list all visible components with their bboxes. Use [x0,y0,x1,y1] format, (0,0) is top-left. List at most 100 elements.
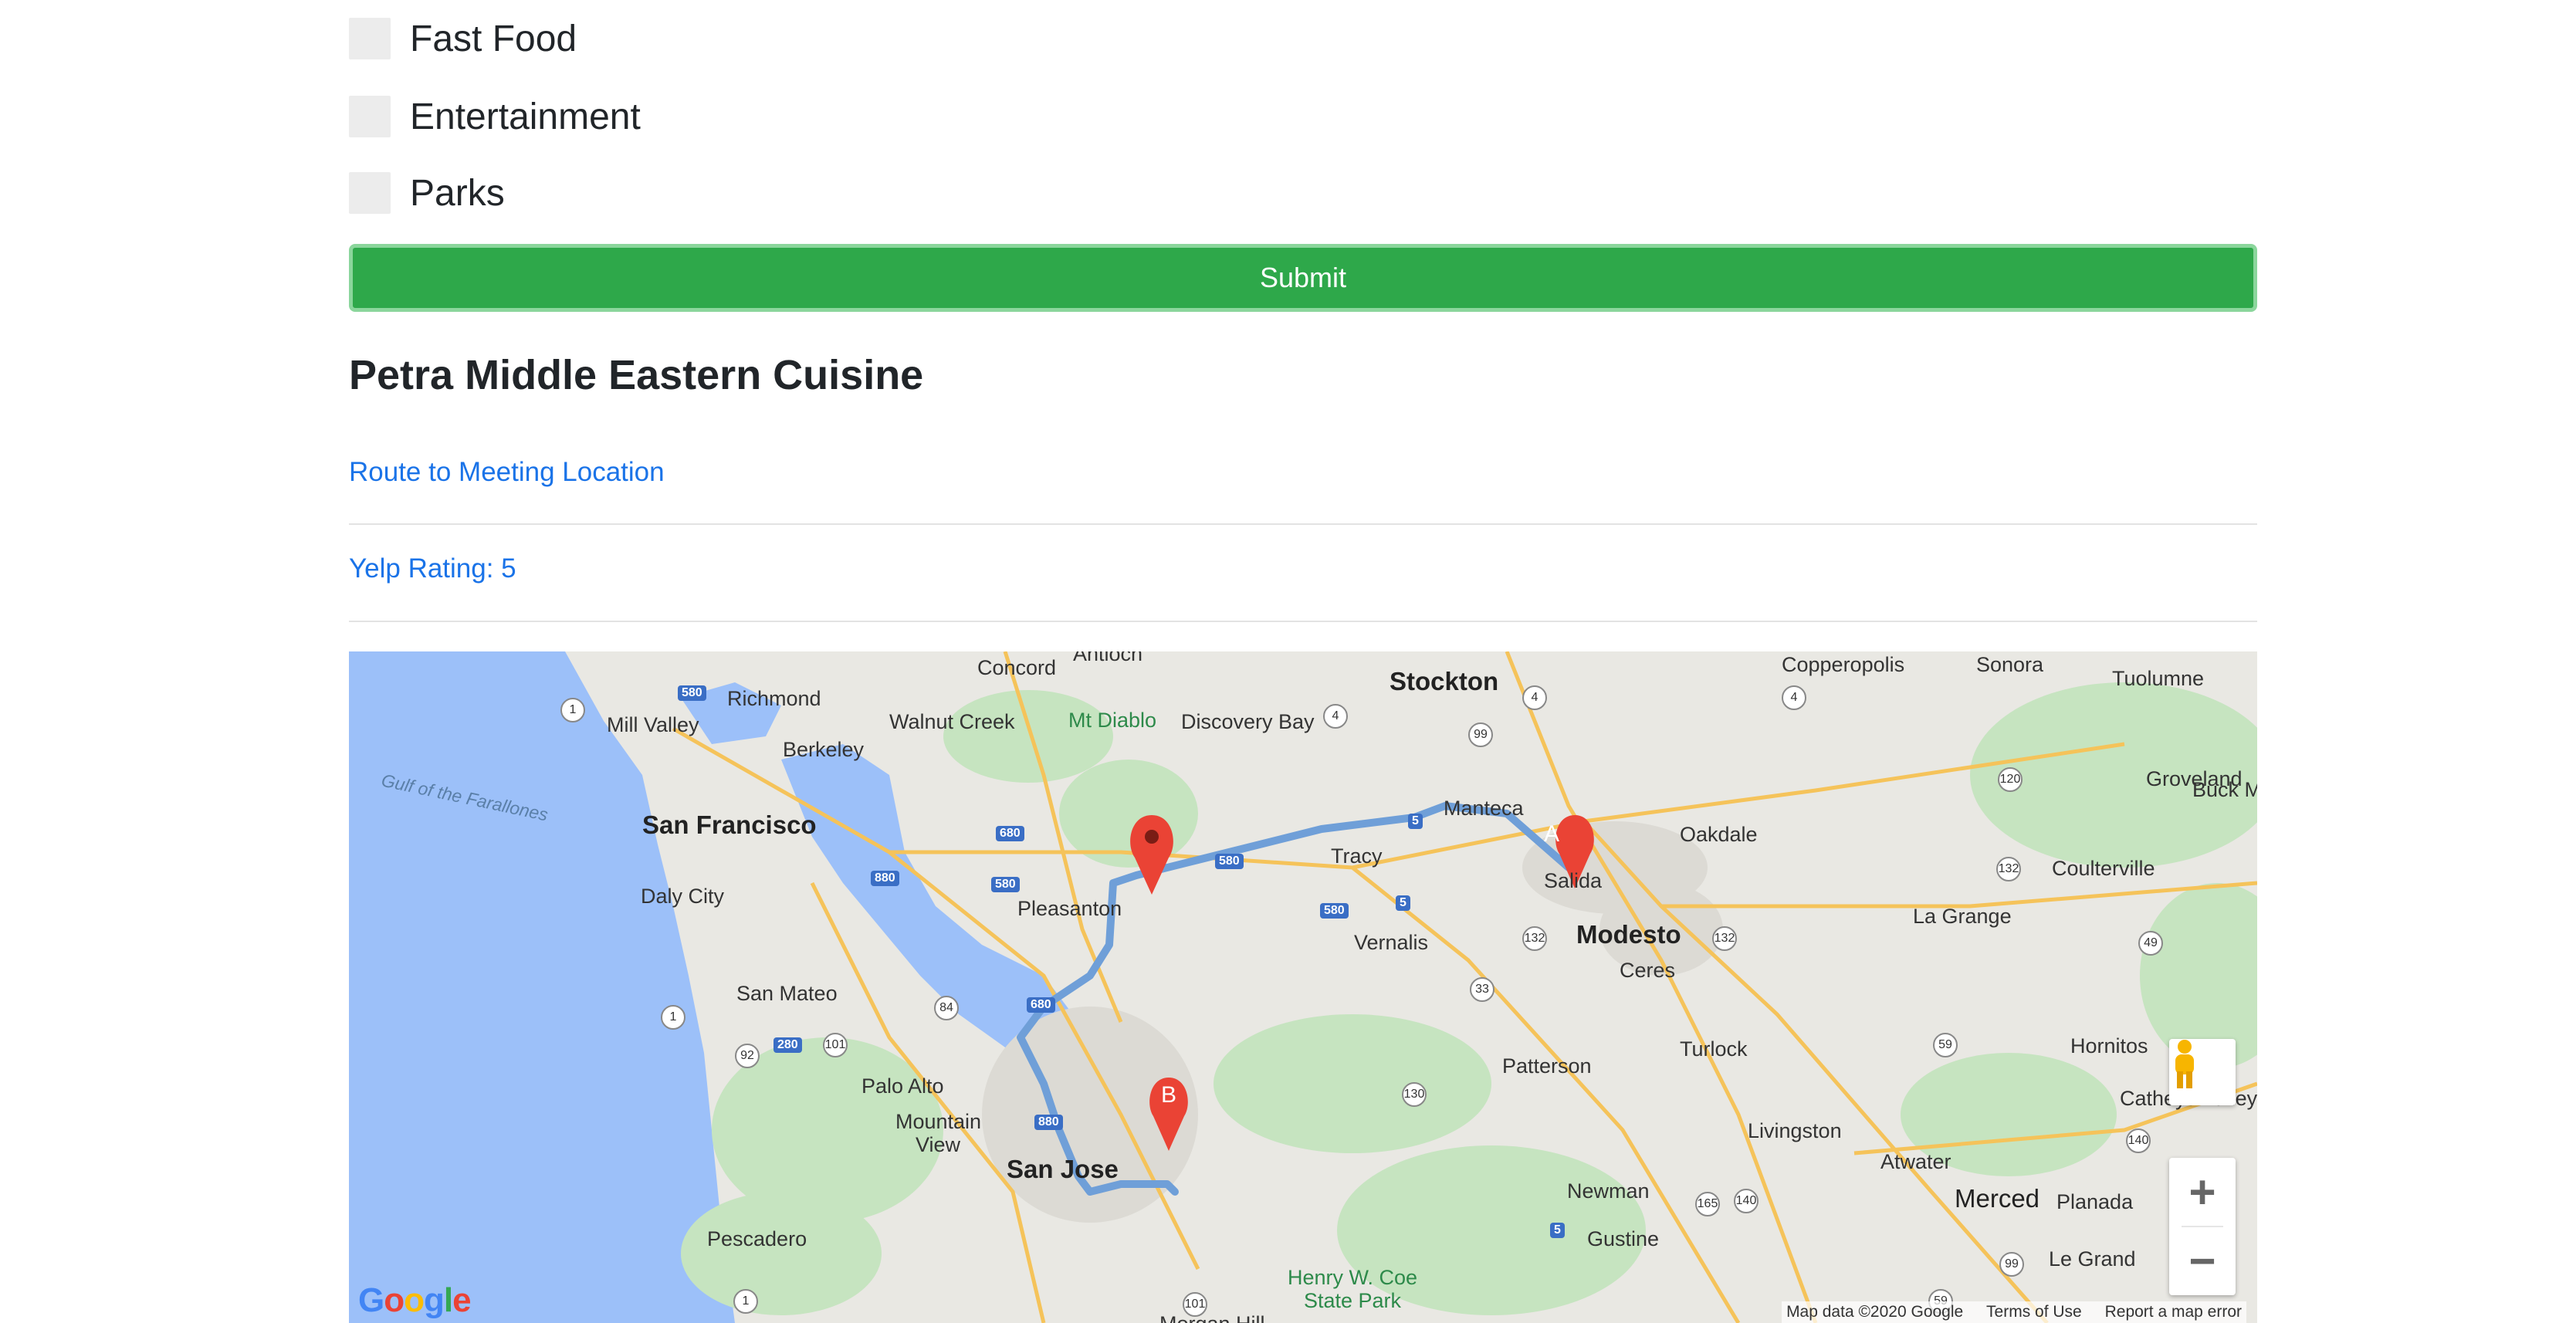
route-shield: 84 [934,996,959,1020]
submit-button[interactable]: Submit [349,244,2257,312]
terms-link[interactable]: Terms of Use [1986,1303,2082,1321]
route-shield: 92 [735,1044,760,1068]
report-error-link[interactable]: Report a map error [2105,1303,2242,1321]
checkbox-label: Parks [410,172,505,214]
map-label: San Francisco [642,810,817,839]
result-title: Petra Middle Eastern Cuisine [349,352,924,398]
map-label: Turlock [1680,1037,1748,1061]
highway-shield: 880 [1034,1115,1063,1130]
map-label: Palo Alto [861,1074,944,1098]
map-label: Le Grand [2049,1247,2136,1271]
route-shield: 99 [1468,722,1493,747]
map-data-text: Map data ©2020 Google [1786,1303,1964,1321]
divider [2182,1226,2223,1227]
checkbox-label: Fast Food [410,18,577,59]
map-label: Buck Meadows [2192,778,2257,801]
map-label: La Grange [1913,905,2012,928]
filter-fast-food[interactable]: Fast Food [349,15,577,62]
map-label: Mt Diablo [1068,709,1157,732]
route-link[interactable]: Route to Meeting Location [349,457,665,488]
map-label: Atwater [1880,1150,1951,1173]
map-label: Planada [2056,1190,2134,1213]
google-logo[interactable]: Google [358,1281,472,1320]
marker-b-label: B [1161,1082,1177,1108]
map-label: Henry W. Coe State Park [1287,1266,1418,1312]
route-shield: 132 [1996,857,2021,881]
route-shield: 132 [1522,926,1547,951]
map-label: Tuolumne [2112,667,2205,690]
street-view-pegman[interactable] [2169,1039,2236,1105]
divider [349,523,2257,525]
highway-shield: 5 [1550,1223,1565,1238]
map-label: Sonora [1976,653,2044,676]
map-label: Hornitos [2070,1034,2148,1057]
route-shield: 132 [1712,926,1737,951]
map-label: Pescadero [707,1227,807,1250]
map-label: Gustine [1587,1227,1660,1250]
route-shield: 101 [823,1033,848,1057]
map-attribution: Map data ©2020 Google Terms of Use Repor… [1782,1301,2246,1323]
checkbox[interactable] [349,172,391,214]
map-label: Salida [1544,869,1603,892]
map-label: San Jose [1007,1155,1119,1183]
map-label: Modesto [1576,920,1681,949]
map-label: Mountain View [895,1110,982,1156]
map-canvas [349,651,2257,1323]
highway-shield: 680 [1027,997,1055,1013]
route-shield: 4 [1323,704,1348,729]
map-label: Oakdale [1680,823,1758,846]
checkbox[interactable] [349,18,391,59]
map-label: Mill Valley [607,713,699,736]
map-label: Ceres [1620,959,1676,982]
filter-entertainment[interactable]: Entertainment [349,93,641,140]
highway-shield: 580 [991,877,1020,892]
map-marker-meeting[interactable] [1130,815,1173,895]
map-label: Coulterville [2052,857,2155,880]
route-shield: 140 [1734,1189,1759,1213]
filter-parks[interactable]: Parks [349,170,505,216]
map-label: Merced [1955,1184,2040,1213]
map-label: Manteca [1444,797,1524,820]
route-shield: 165 [1695,1192,1720,1216]
yelp-rating-link[interactable]: Yelp Rating: 5 [349,553,516,584]
route-shield: 130 [1402,1082,1427,1107]
route-shield: 99 [1999,1252,2024,1277]
highway-shield: 580 [1215,854,1244,869]
route-shield: 140 [2126,1128,2151,1153]
route-shield: 49 [2138,931,2163,956]
map-label: Richmond [727,687,821,710]
zoom-control: + − [2169,1158,2236,1295]
checkbox-label: Entertainment [410,96,641,137]
route-shield: 33 [1470,977,1494,1002]
map-label: Discovery Bay [1181,710,1315,733]
route-shield: 4 [1522,685,1547,710]
divider [349,621,2257,622]
route-shield: 59 [1933,1033,1958,1057]
highway-shield: 880 [871,871,899,886]
map-label: Morgan Hill [1159,1312,1265,1323]
map-label: Livingston [1748,1119,1842,1142]
map-label: Stockton [1390,667,1499,695]
map-label: San Mateo [736,982,838,1005]
highway-shield: 5 [1408,814,1423,829]
zoom-out-button[interactable]: − [2169,1227,2236,1295]
highway-shield: 280 [773,1037,802,1053]
marker-a-label: A [1544,821,1560,847]
route-shield: 120 [1998,767,2023,792]
checkbox[interactable] [349,96,391,137]
map-label: Copperopolis [1782,653,1905,676]
route-shield: 101 [1183,1292,1207,1317]
map-label: Newman [1567,1179,1650,1203]
highway-shield: 580 [1320,903,1349,919]
route-shield: 1 [560,698,585,722]
map[interactable]: A B Antioch Concord Stockton Copperopoli… [349,651,2257,1323]
map-label: Berkeley [783,738,865,761]
highway-shield: 580 [678,685,706,701]
map-label: Daly City [641,885,725,908]
map-label: Patterson [1502,1054,1592,1078]
map-label: Vernalis [1354,931,1429,954]
zoom-in-button[interactable]: + [2169,1158,2236,1227]
map-label: Antioch [1073,651,1143,665]
highway-shield: 5 [1396,895,1410,911]
map-label: Walnut Creek [889,710,1015,733]
